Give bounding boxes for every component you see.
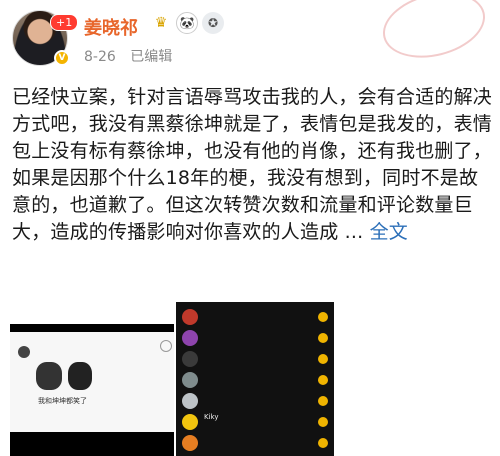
chat-row — [182, 434, 330, 454]
post-header: +1 V 姜晓祁 ♛ 🐼 ✪ 8-26 已编辑 — [0, 0, 500, 78]
post-image-left[interactable]: 我和坤坤都笑了 — [10, 302, 174, 456]
meme-caption: 我和坤坤都笑了 — [38, 397, 87, 405]
image-left-card: 我和坤坤都笑了 — [10, 332, 174, 432]
post-body-text: 已经快立案，针对言语辱骂攻击我的人，会有合适的解决方式吧，我没有黑蔡徐坤就是了，… — [12, 86, 493, 243]
chat-row — [182, 329, 330, 349]
chat-avatar — [182, 372, 198, 388]
post-meta: 8-26 已编辑 — [84, 46, 172, 66]
chat-avatar — [182, 414, 198, 430]
chat-row — [182, 350, 330, 370]
coin-icon — [318, 396, 328, 406]
avatar-wrap[interactable]: +1 V — [12, 10, 79, 66]
meme-face-left — [36, 362, 62, 390]
chat-row — [182, 308, 330, 328]
post-date: 8-26 — [84, 49, 116, 65]
expand-full-text-link[interactable]: 全文 — [370, 221, 408, 243]
image-left-topbar — [10, 302, 174, 324]
chat-avatar — [182, 309, 198, 325]
coin-icon — [318, 375, 328, 385]
chat-avatar — [182, 351, 198, 367]
author-badges: ♛ 🐼 ✪ — [150, 12, 224, 34]
post-body: 已经快立案，针对言语辱骂攻击我的人，会有合适的解决方式吧，我没有黑蔡徐坤就是了，… — [12, 84, 492, 246]
chat-row — [182, 371, 330, 391]
crown-icon[interactable]: ♛ — [150, 12, 172, 34]
coin-icon — [318, 417, 328, 427]
chat-name: Kiky — [204, 413, 219, 421]
post-image-right[interactable]: Kiky — [176, 302, 334, 456]
chat-avatar — [182, 330, 198, 346]
image-left-user-avatar — [18, 346, 30, 358]
coin-icon — [318, 333, 328, 343]
ellipsis: ... — [338, 221, 370, 243]
image-left-icon — [160, 340, 172, 352]
chat-avatar — [182, 435, 198, 451]
vip-verified-icon: V — [54, 50, 70, 66]
chat-row — [182, 392, 330, 412]
coin-icon — [318, 354, 328, 364]
watermark-stamp — [376, 0, 492, 68]
meme-face-right — [68, 362, 92, 390]
panda-icon[interactable]: 🐼 — [176, 12, 198, 34]
chat-avatar — [182, 393, 198, 409]
chat-row: Kiky — [182, 413, 330, 433]
notification-badge: +1 — [50, 14, 79, 31]
edited-label[interactable]: 已编辑 — [130, 49, 172, 65]
coin-icon — [318, 438, 328, 448]
medal-icon[interactable]: ✪ — [202, 12, 224, 34]
author-name[interactable]: 姜晓祁 — [84, 14, 138, 40]
coin-icon — [318, 312, 328, 322]
